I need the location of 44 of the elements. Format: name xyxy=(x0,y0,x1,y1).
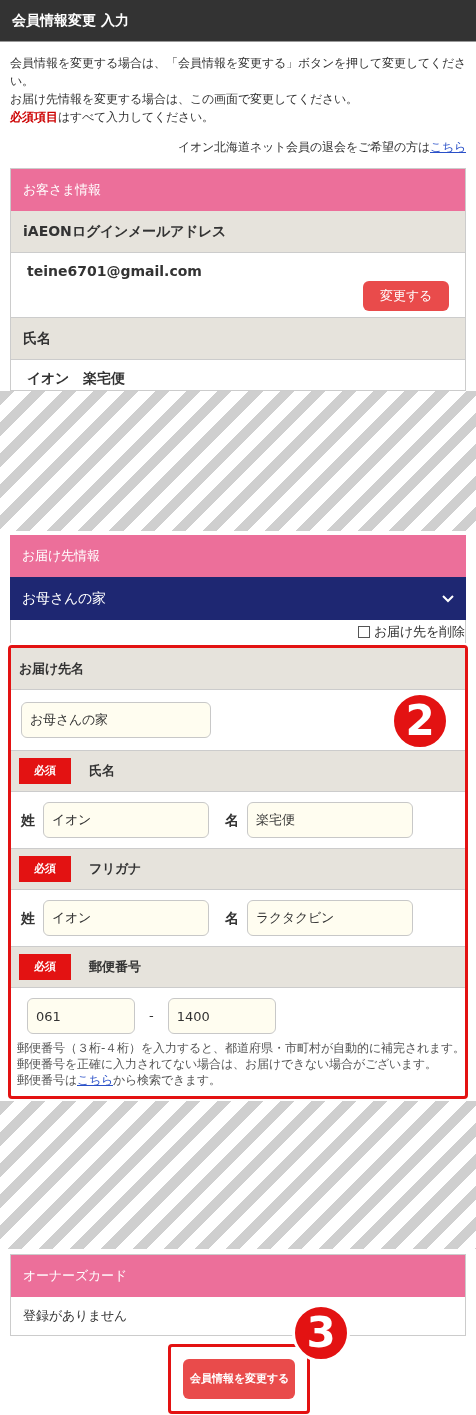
step-number-badge: 2 xyxy=(391,692,449,750)
field-label: 氏名 xyxy=(89,762,115,781)
required-badge: 必須 xyxy=(19,758,71,784)
input-label: 姓 xyxy=(21,810,35,830)
input-label: 姓 xyxy=(21,908,35,928)
address-select[interactable]: お母さんの家 xyxy=(10,577,466,620)
field-label-row: 氏名 xyxy=(11,318,465,360)
help-text: 郵便番号（３桁-４桁）を入力すると、都道府県・市町村が自動的に補完されます。 xyxy=(17,1040,459,1056)
section-header: お届け先情報 xyxy=(10,535,466,577)
search-link[interactable]: こちら xyxy=(77,1073,113,1087)
help-text: 郵便番号を正確に入力されてない場合は、お届けできない場合がございます。 xyxy=(17,1056,438,1072)
withdraw-link[interactable]: こちら xyxy=(430,140,466,154)
step-number-badge: 3 xyxy=(292,1304,350,1362)
input-field[interactable]: イオン xyxy=(43,900,209,936)
intro-text: 会員情報を変更する場合は、「会員情報を変更する」ボタンを押して変更してください。 xyxy=(10,55,466,90)
owners-card-value: 登録がありません xyxy=(23,1307,127,1326)
input-label: 名 xyxy=(225,908,239,928)
input-label: 名 xyxy=(225,810,239,830)
field-value: イオン 楽宅便 xyxy=(27,369,126,388)
input-field[interactable]: イオン xyxy=(43,802,209,838)
section-header: オーナーズカード xyxy=(11,1255,465,1297)
input-field[interactable]: 楽宅便 xyxy=(247,802,413,838)
chevron-down-icon xyxy=(442,594,454,603)
field-label: お届け先名 xyxy=(19,659,84,678)
required-badge: 必須 xyxy=(19,856,71,882)
withdraw-text: イオン北海道ネット会員の退会をご希望の方はこちら xyxy=(177,139,466,156)
intro-text: 必須項目はすべて入力してください。 xyxy=(10,109,215,126)
submit-button[interactable]: 会員情報を変更する xyxy=(183,1359,295,1399)
input-field[interactable]: ラクタクビン xyxy=(247,900,413,936)
field-label: フリガナ xyxy=(89,860,141,879)
separator-text: - xyxy=(148,1007,155,1026)
change-button[interactable]: 変更する xyxy=(363,281,449,311)
help-text: 郵便番号はこちらから検索できます。 xyxy=(17,1072,222,1088)
field-value: teine6701@gmail.com xyxy=(27,262,203,281)
delete-checkbox[interactable]: お届け先を削除 xyxy=(358,621,465,642)
input-field[interactable]: 1400 xyxy=(167,998,276,1034)
page-header: 会員情報変更 入力 xyxy=(0,0,476,42)
section-header: お客さま情報 xyxy=(11,169,465,211)
input-field[interactable]: お母さんの家 xyxy=(21,702,211,738)
intro-text: お届け先情報を変更する場合は、この画面で変更してください。 xyxy=(10,91,359,108)
required-badge: 必須 xyxy=(19,954,71,980)
input-field[interactable]: 061 xyxy=(27,998,135,1034)
field-label: 郵便番号 xyxy=(89,958,141,977)
field-label-row: iAEONログインメールアドレス xyxy=(11,211,465,253)
